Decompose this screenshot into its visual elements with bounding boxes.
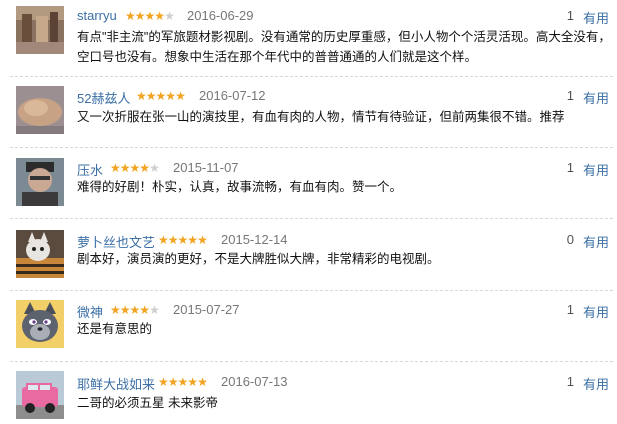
comment-date: 2015-11-07 <box>173 160 239 175</box>
comment-text: 二哥的必须五星 未来影帝 <box>77 396 218 410</box>
comment-date: 2016-06-29 <box>187 8 254 23</box>
divider <box>10 218 613 219</box>
star-filled-icon: ★ <box>155 89 167 103</box>
star-empty-icon: ★ <box>149 303 160 317</box>
star-filled-icon: ★ <box>119 303 131 317</box>
star-filled-icon: ★ <box>136 89 147 103</box>
star-empty-icon: ★ <box>164 9 175 23</box>
star-filled-icon: ★ <box>197 233 208 247</box>
star-rating: ★★★★★ <box>136 89 186 103</box>
star-filled-icon: ★ <box>177 375 189 389</box>
comment-text: 又一次折服在张一山的演技里，有血有肉的人物，情节有待验证，但前两集很不错。推荐 <box>77 110 565 124</box>
star-filled-icon: ★ <box>197 375 208 389</box>
cartoon-wolf-avatar-icon <box>16 300 64 348</box>
useful-vote-count: 1 <box>566 88 574 103</box>
star-filled-icon: ★ <box>134 9 146 23</box>
comment-date: 2016-07-12 <box>199 88 266 103</box>
comment-date: 2015-07-27 <box>173 302 240 317</box>
star-filled-icon: ★ <box>187 233 198 247</box>
star-filled-icon: ★ <box>167 375 179 389</box>
star-empty-icon: ★ <box>149 161 160 175</box>
pink-car-avatar-icon <box>16 371 64 419</box>
star-filled-icon: ★ <box>119 161 131 175</box>
username-link[interactable]: 耶鲜大战如来 <box>77 374 155 393</box>
star-rating: ★★★★★ <box>158 375 208 389</box>
username-link[interactable]: 52赫兹人 <box>77 88 130 107</box>
star-filled-icon: ★ <box>158 233 169 247</box>
abstract-photo-avatar-icon <box>16 6 64 54</box>
blurry-photo-avatar-icon <box>16 86 64 134</box>
comment-item: 微神 ★★★★★ 2015-07-27 1 有用 还是有意思的 <box>0 293 617 353</box>
avatar[interactable] <box>16 6 64 54</box>
comment-date: 2016-07-13 <box>221 374 288 389</box>
star-filled-icon: ★ <box>144 9 156 23</box>
useful-vote-count: 1 <box>566 160 574 175</box>
useful-vote-count: 1 <box>566 302 574 317</box>
comment-item: starryu ★★★★★ 2016-06-29 1 有用 有点"非主流"的军旅… <box>0 0 617 64</box>
star-rating: ★★★★★ <box>110 161 160 175</box>
avatar[interactable] <box>16 371 64 419</box>
star-filled-icon: ★ <box>154 9 165 23</box>
divider <box>10 147 613 148</box>
comment-text: 还是有意思的 <box>77 322 153 336</box>
cat-photo-avatar-icon <box>16 230 64 278</box>
avatar[interactable] <box>16 230 64 278</box>
comment-text: 有点"非主流"的军旅题材影视剧。没有通常的历史厚重感，但小人物个个活灵活现。高大… <box>77 30 611 64</box>
useful-vote-count: 1 <box>566 374 574 389</box>
divider <box>10 76 613 77</box>
useful-vote-count: 0 <box>566 232 574 247</box>
star-rating: ★★★★★ <box>110 303 160 317</box>
star-filled-icon: ★ <box>175 89 186 103</box>
useful-button[interactable]: 有用 <box>583 88 609 107</box>
divider <box>10 290 613 291</box>
avatar[interactable] <box>16 158 64 206</box>
star-filled-icon: ★ <box>129 161 141 175</box>
useful-vote-count: 1 <box>566 8 574 23</box>
avatar[interactable] <box>16 300 64 348</box>
star-rating: ★★★★★ <box>125 9 175 23</box>
star-filled-icon: ★ <box>139 303 150 317</box>
star-filled-icon: ★ <box>125 9 136 23</box>
comment-item: 耶鲜大战如来 ★★★★★ 2016-07-13 1 有用 二哥的必须五星 未来影… <box>0 364 617 424</box>
star-filled-icon: ★ <box>110 303 121 317</box>
man-portrait-avatar-icon <box>16 158 64 206</box>
username-link[interactable]: starryu <box>77 8 117 23</box>
comment-date: 2015-12-14 <box>221 232 288 247</box>
star-filled-icon: ★ <box>110 161 121 175</box>
star-filled-icon: ★ <box>139 161 150 175</box>
star-filled-icon: ★ <box>165 89 176 103</box>
star-filled-icon: ★ <box>145 89 157 103</box>
comment-item: 萝卜丝也文艺 ★★★★★ 2015-12-14 0 有用 剧本好，演员演的更好，… <box>0 222 617 282</box>
comment-item: 压水 ★★★★★ 2015-11-07 1 有用 难得的好剧！朴实，认真，故事流… <box>0 150 617 210</box>
star-filled-icon: ★ <box>158 375 169 389</box>
comment-item: 52赫兹人 ★★★★★ 2016-07-12 1 有用 又一次折服在张一山的演技… <box>0 80 617 140</box>
useful-button[interactable]: 有用 <box>583 374 609 393</box>
star-filled-icon: ★ <box>167 233 179 247</box>
comment-text: 剧本好，演员演的更好，不是大牌胜似大牌，非常精彩的电视剧。 <box>77 252 440 266</box>
divider <box>10 361 613 362</box>
useful-button[interactable]: 有用 <box>583 8 609 27</box>
star-filled-icon: ★ <box>177 233 189 247</box>
comment-text: 难得的好剧！朴实，认真，故事流畅，有血有肉。赞一个。 <box>77 180 403 194</box>
star-filled-icon: ★ <box>129 303 141 317</box>
avatar[interactable] <box>16 86 64 134</box>
star-rating: ★★★★★ <box>158 233 208 247</box>
star-filled-icon: ★ <box>187 375 198 389</box>
